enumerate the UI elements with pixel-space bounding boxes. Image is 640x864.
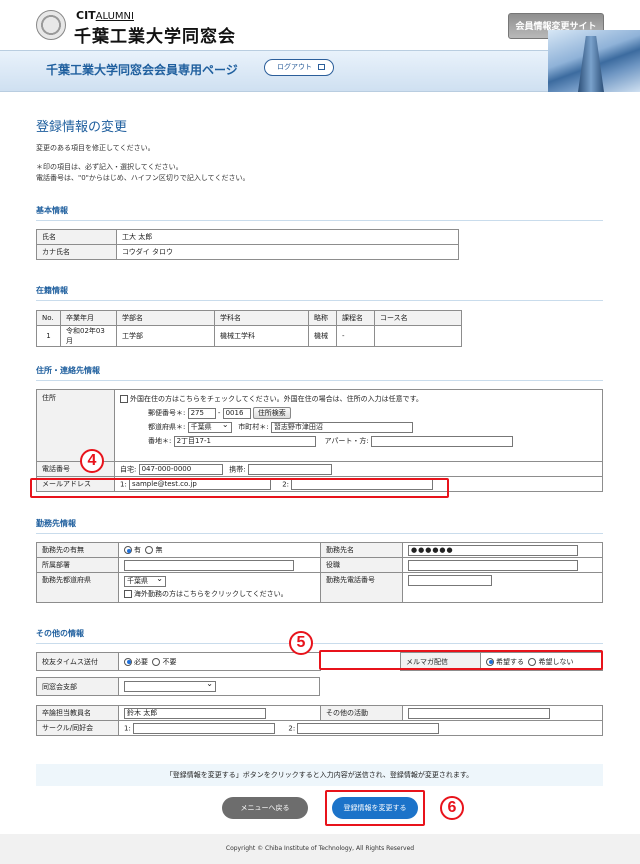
times-noneed-radio[interactable] [152,657,161,666]
section-enrollment: 在籍情報 [36,285,603,301]
postal-code-2-input[interactable]: 0016 [222,407,251,419]
postal-code-1-input[interactable]: 275 [187,407,216,419]
marker-4: 4 [80,449,104,473]
note-phone: 電話番号は、"0"からはじめ、ハイフン区切りで記入してください。 [36,174,250,182]
address-table: 住所 外国在住の方はこちらをチェックしてください。外国在住の場合は、住所の入力は… [36,389,603,492]
page-title: 登録情報の変更 [36,120,128,135]
table-row: 勤務先都道府県千葉県海外勤務の方はこちらをクリックしてください。勤務先電話番号 [36,572,603,603]
work-prefecture-select[interactable]: 千葉県 [124,574,166,587]
mobile-phone-input[interactable] [247,463,332,475]
table-row: 同窓会支部 [36,677,320,696]
note-required: ＊印の項目は、必ず記入・選択してください。 [36,163,183,171]
phone-row: 電話番号 自宅: 047-000-0000 携帯: [36,461,603,477]
times-need-radio[interactable] [124,657,132,666]
prefecture-select[interactable]: 千葉県 [187,420,232,433]
address-row: 住所 外国在住の方はこちらをチェックしてください。外国在住の場合は、住所の入力は… [36,389,603,462]
table-row: 氏名 工大 太郎 [36,229,459,245]
address-search-button[interactable]: 住所検索 [252,407,291,419]
save-changes-button[interactable]: 登録情報を変更する [332,797,418,819]
highlight-mailmag [319,650,603,670]
other-table-3: 卒論担当教員名 鈴木 太郎 その他の活動 サークル/同好会 1: 2: [36,705,603,736]
abroad-checkbox[interactable] [124,589,132,598]
logo-cit: CITALUMNI [76,9,134,22]
position-input[interactable] [408,559,578,571]
table-row: 勤務先の有無有 無勤務先名 ●●●●●● [36,542,603,558]
work-no-radio[interactable] [145,546,154,554]
street-input[interactable]: 2丁目17-1 [173,435,316,447]
footer: Copyright © Chiba Institute of Technolog… [0,834,640,864]
submit-notice: 「登録情報を変更する」ボタンをクリックすると入力内容が送信され、登録情報が変更さ… [36,764,603,786]
table-row: サークル/同好会 1: 2: [36,720,603,736]
circle-1-input[interactable] [133,722,276,734]
table-row: 1 令和02年03月 工学部 機械工学科 機械 - [36,325,462,347]
logout-button[interactable]: ログアウト [264,59,334,76]
branch-select[interactable] [124,679,216,692]
home-phone-input[interactable]: 047-000-0000 [138,463,223,475]
overseas-checkbox[interactable] [120,395,128,403]
highlight-email [30,478,449,498]
site-title: 千葉工業大学同窓会会員専用ページ [46,63,238,77]
basic-table: 氏名 工大 太郎 カナ氏名 コウダイ タロウ [36,229,459,260]
work-phone-input[interactable] [408,575,492,586]
department-input[interactable] [124,559,294,571]
work-table: 勤務先の有無有 無勤務先名●●●●●● 所属部署役職 勤務先都道府県千葉県海外勤… [36,542,603,603]
marker-6: 6 [440,796,464,820]
other-table-2: 同窓会支部 [36,677,320,696]
table-header-row: No. 卒業年月 学部名 学科名 略称 課程名 コース名 [36,310,462,326]
table-row: 所属部署 役職 [36,557,603,573]
work-yes-radio[interactable] [124,546,132,554]
city-input[interactable]: 習志野市津田沼 [270,421,413,433]
company-name-input[interactable]: ●●●●●● [408,544,578,556]
table-row: 卒論担当教員名 鈴木 太郎 その他の活動 [36,705,603,721]
section-work: 勤務先情報 [36,518,603,534]
campus-tower-image [548,30,640,92]
table-row: カナ氏名 コウダイ タロウ [36,244,459,260]
activity-input[interactable] [408,707,550,719]
enrollment-table: No. 卒業年月 学部名 学科名 略称 課程名 コース名 1 令和02年03月 工学部 機械工学科… [36,310,462,347]
section-basic: 基本情報 [36,205,603,221]
teacher-input[interactable]: 鈴木 太郎 [124,707,266,719]
circle-2-input[interactable] [297,722,440,734]
back-to-menu-button[interactable]: メニューへ戻る [222,797,308,819]
section-address: 住所・連絡先情報 [36,365,603,381]
intro-text: 変更のある項目を修正してください。 [36,144,155,152]
logout-icon [318,64,325,70]
section-other: その他の情報 [36,628,603,644]
logo-title: 千葉工業大学同窓会 [74,27,236,47]
apartment-input[interactable] [370,435,513,447]
marker-5: 5 [289,631,313,655]
alumni-seal-icon [36,10,66,40]
